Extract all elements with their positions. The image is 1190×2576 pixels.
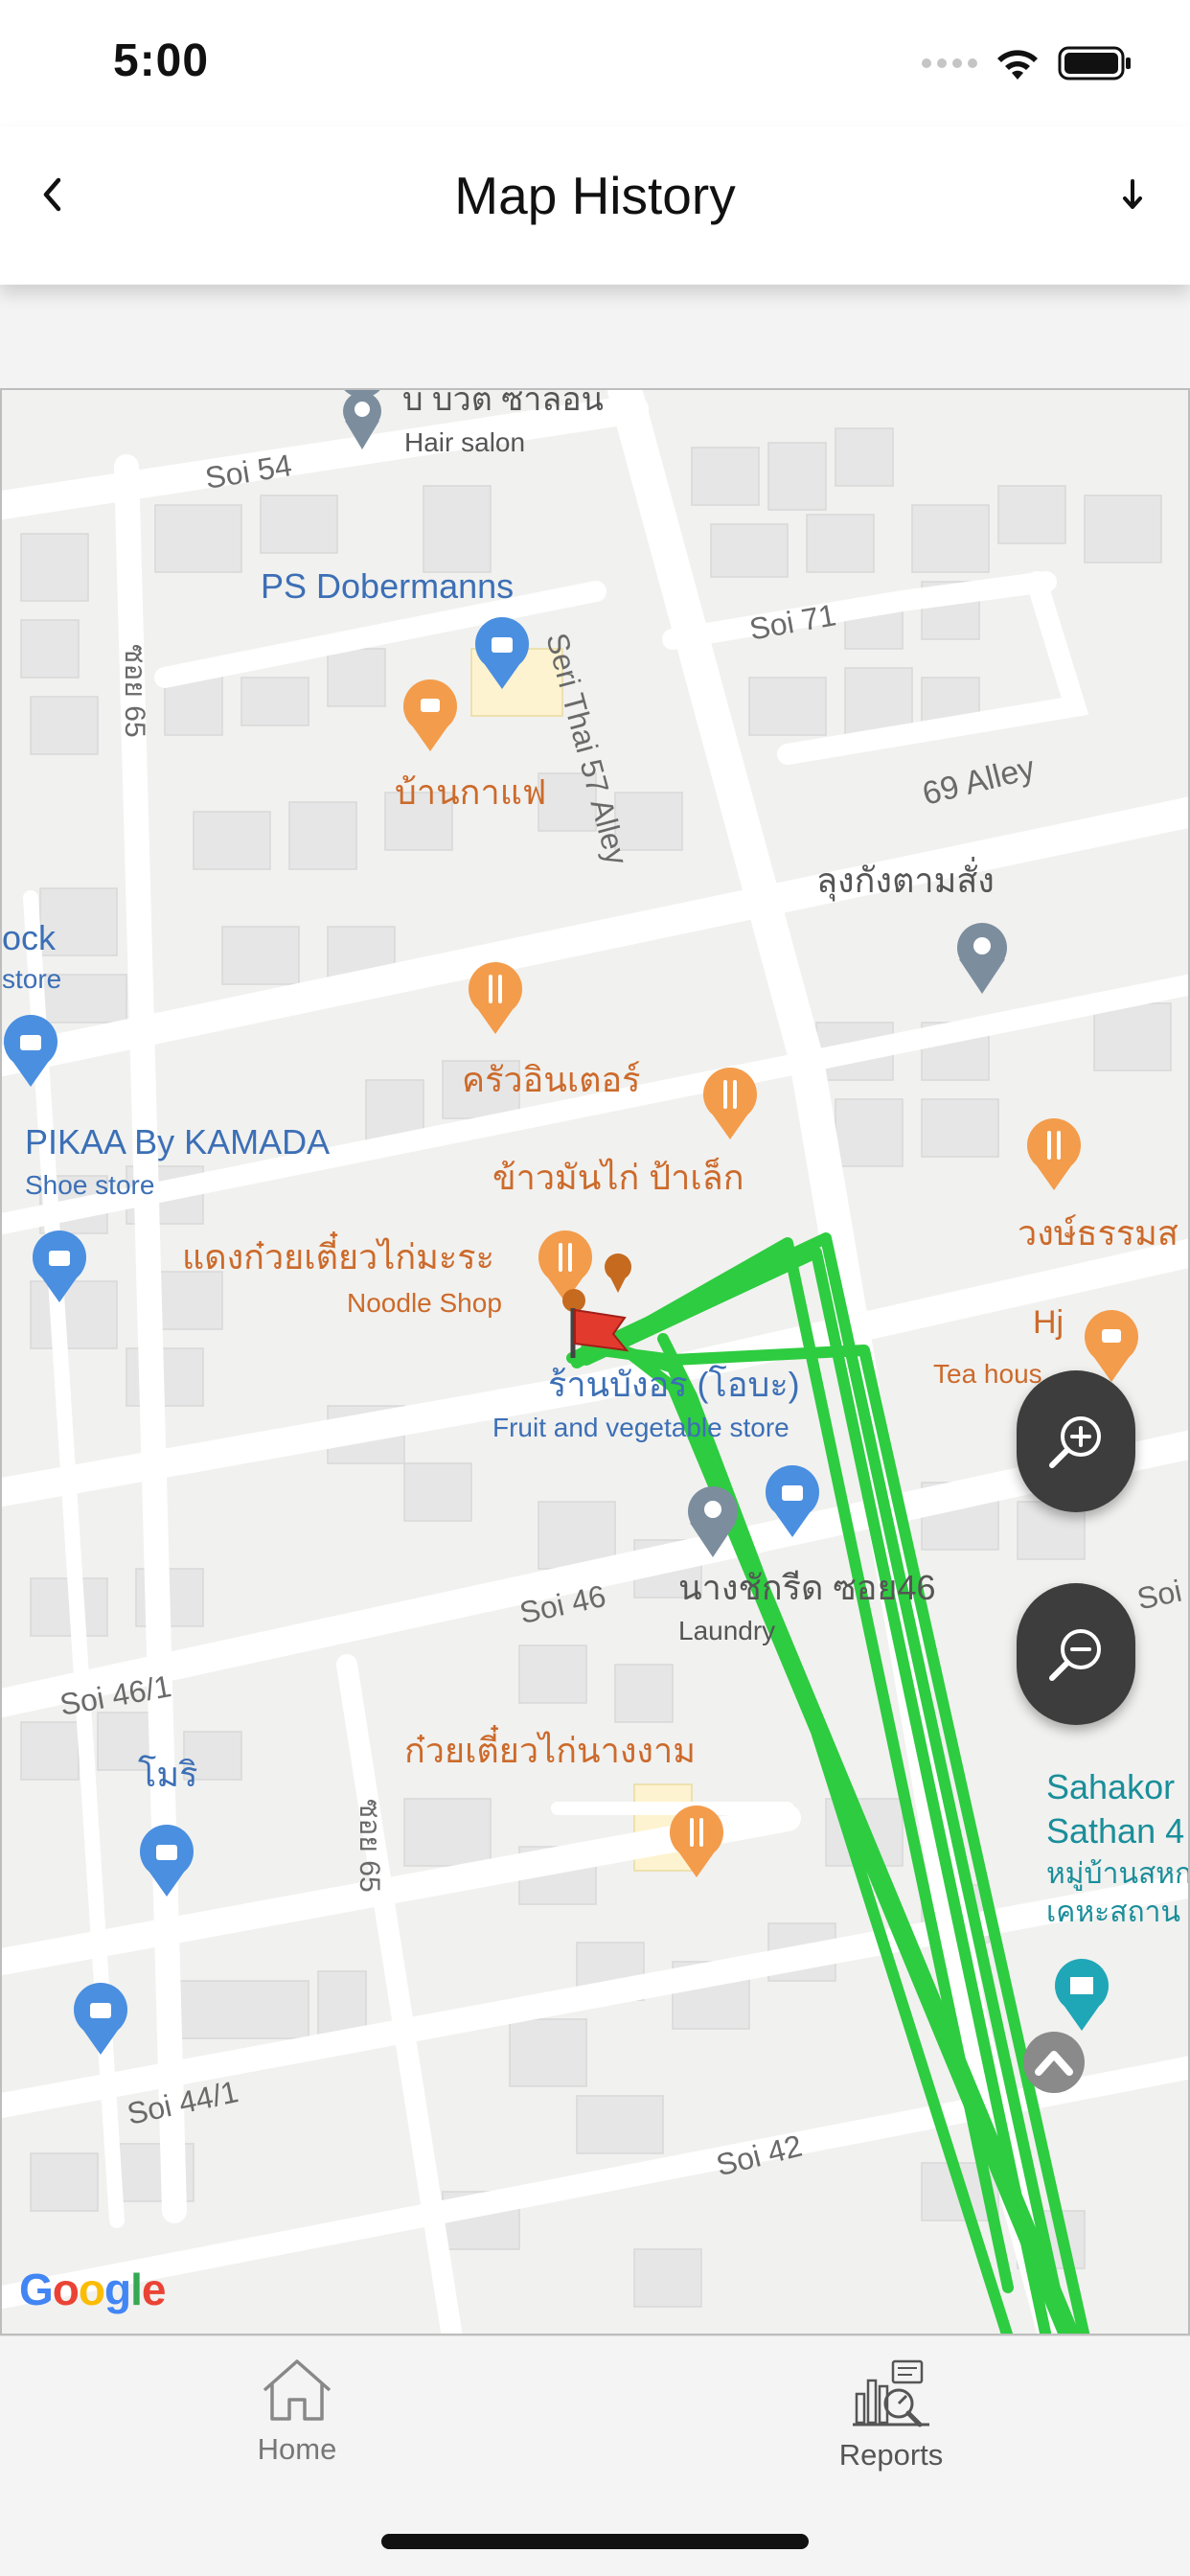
- place-name: Sahakor: [1046, 1767, 1176, 1806]
- road-label: ซอย 65: [354, 1799, 385, 1893]
- place-name: หมู่บ้านสหก: [1046, 1858, 1190, 1890]
- nav-bar: Map History: [0, 126, 1190, 285]
- place-category: Laundry: [678, 1616, 776, 1645]
- place-category: Fruit and vegetable store: [492, 1413, 790, 1442]
- status-icons: [922, 44, 1133, 82]
- home-icon: [263, 2359, 332, 2421]
- zoom-in-button[interactable]: [1017, 1370, 1135, 1512]
- place-category: store: [2, 964, 62, 994]
- status-bar: 5:00: [0, 0, 1190, 126]
- place-name: ลุงกังตามสั่ง: [816, 861, 995, 900]
- place-name: PS Dobermanns: [261, 566, 515, 606]
- battery-icon: [1058, 46, 1131, 80]
- wifi-icon: [997, 50, 1038, 80]
- google-logo: Google: [19, 2265, 166, 2314]
- tab-reports-label: Reports: [838, 2438, 944, 2472]
- place-name: ock: [2, 918, 57, 957]
- place-name: บ้านกาแฟ: [395, 772, 547, 812]
- place-name: ข้าวมันไก่ ป้าเล็ก: [492, 1158, 744, 1197]
- zoom-out-magnifier-icon: [1049, 1629, 1101, 1681]
- page-title: Map History: [454, 166, 736, 225]
- place-category: Shoe store: [25, 1170, 155, 1200]
- place-name: ก๋วยเตี๋ยวไก่นางงาม: [404, 1731, 696, 1770]
- map-view[interactable]: Soi 54 Soi 71 Seri Thai 57 Alley 69 Alle…: [0, 388, 1190, 2335]
- signal-icon: [922, 58, 977, 68]
- place-name: Sathan 4: [1046, 1811, 1185, 1851]
- road-label: ซอย 65: [119, 644, 150, 738]
- place-name: บ บวต ซาลอน: [402, 388, 604, 418]
- tab-home[interactable]: Home: [172, 2356, 422, 2467]
- place-name: Hj: [1033, 1304, 1064, 1341]
- place-name: นางชักรีด ซอย46: [678, 1568, 936, 1607]
- home-indicator: [381, 2534, 809, 2549]
- place-name: วงษ์ธรรมส: [1018, 1213, 1179, 1253]
- place-name: แดงก๋วยเตี๋ยวไก่มะระ: [182, 1237, 494, 1276]
- reports-icon: [853, 2359, 929, 2427]
- place-name: ครัวอินเตอร์: [462, 1060, 641, 1099]
- tab-reports[interactable]: Reports: [767, 2356, 1016, 2472]
- place-category: Tea hous: [933, 1359, 1042, 1389]
- place-name: โมริ: [138, 1755, 198, 1794]
- content-spacer: [0, 285, 1190, 388]
- place-name: ร้านบังอร (โอบะ): [548, 1365, 800, 1404]
- place-name: เคหะสถาน: [1046, 1897, 1181, 1928]
- place-name: PIKAA By KAMADA: [25, 1122, 331, 1162]
- status-time: 5:00: [113, 35, 210, 86]
- download-arrow-icon: [1123, 179, 1142, 209]
- zoom-out-button[interactable]: [1017, 1583, 1135, 1725]
- place-category: Noodle Shop: [347, 1288, 502, 1318]
- zoom-in-magnifier-icon: [1049, 1416, 1101, 1468]
- place-category: Hair salon: [404, 427, 526, 457]
- tab-home-label: Home: [257, 2432, 337, 2466]
- download-button[interactable]: [1104, 161, 1161, 228]
